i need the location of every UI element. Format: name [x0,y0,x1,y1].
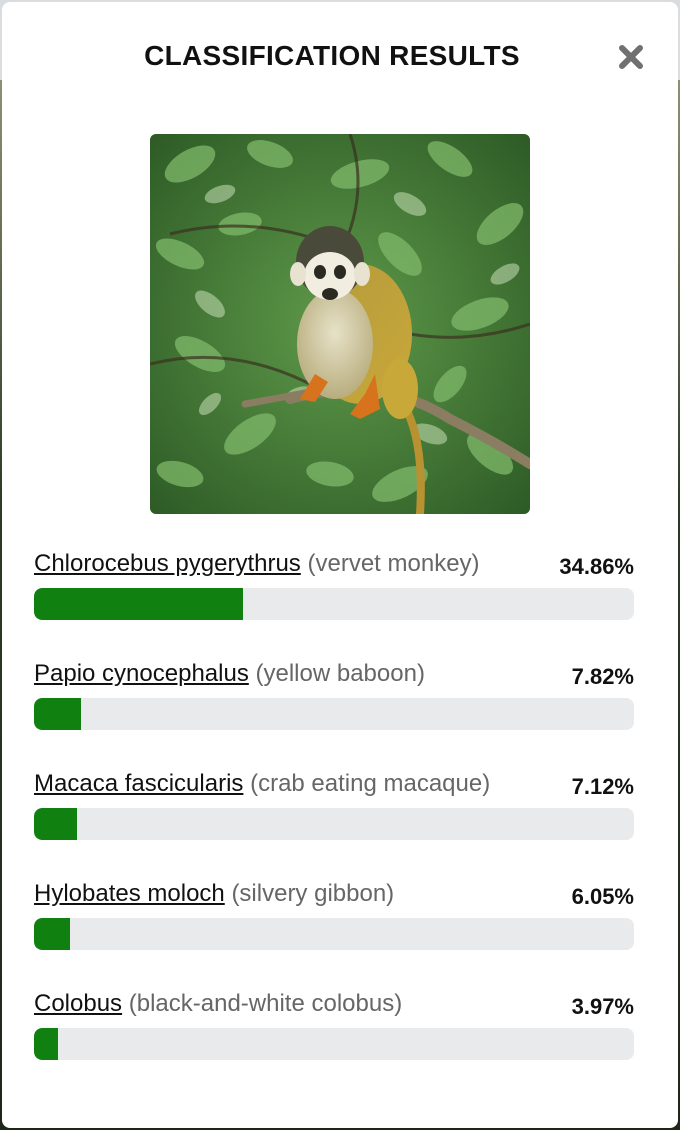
scientific-name-link[interactable]: Chlorocebus pygerythrus [34,550,301,577]
common-name: (black-and-white colobus) [128,990,403,1017]
confidence-bar-fill [34,918,71,950]
confidence-bar-fill [34,588,244,620]
confidence-percent: 3.97% [571,994,634,1019]
confidence-bar-fill [34,808,77,840]
classified-photo [150,134,530,514]
confidence-bar-fill [34,698,81,730]
result-row: Papio cynocephalus (yellow baboon) 7.82% [34,660,634,750]
confidence-percent: 34.86% [559,554,634,579]
result-row: Hylobates moloch (silvery gibbon) 6.05% [34,880,634,970]
scientific-name-link[interactable]: Colobus [34,990,122,1017]
confidence-percent: 6.05% [571,884,634,909]
close-button[interactable] [616,42,646,72]
result-name-line: Chlorocebus pygerythrus (vervet monkey) [34,550,480,578]
close-icon [619,45,643,69]
scientific-name-link[interactable]: Hylobates moloch [34,880,225,907]
confidence-bar-track [34,808,634,840]
scientific-name-link[interactable]: Macaca fascicularis [34,770,243,797]
confidence-percent: 7.82% [571,664,634,689]
result-row: Macaca fascicularis (crab eating macaque… [34,770,634,860]
result-row: Colobus (black-and-white colobus) 3.97% [34,990,634,1080]
confidence-bar-track [34,698,634,730]
common-name: (crab eating macaque) [250,770,491,797]
confidence-bar-track [34,918,634,950]
confidence-bar-track [34,1028,634,1060]
confidence-bar-fill [34,1028,58,1060]
confidence-bar-track [34,588,634,620]
result-name-line: Colobus (black-and-white colobus) [34,990,402,1018]
classification-modal: CLASSIFICATION RESULTS Chlorocebus pyger… [2,2,678,1128]
common-name: (yellow baboon) [255,660,425,687]
result-name-line: Macaca fascicularis (crab eating macaque… [34,770,490,798]
result-name-line: Hylobates moloch (silvery gibbon) [34,880,394,908]
scientific-name-link[interactable]: Papio cynocephalus [34,660,249,687]
common-name: (vervet monkey) [307,550,480,577]
confidence-percent: 7.12% [571,774,634,799]
common-name: (silvery gibbon) [231,880,395,907]
result-name-line: Papio cynocephalus (yellow baboon) [34,660,425,688]
result-row: Chlorocebus pygerythrus (vervet monkey) 3… [34,550,634,640]
modal-title: CLASSIFICATION RESULTS [144,40,520,71]
